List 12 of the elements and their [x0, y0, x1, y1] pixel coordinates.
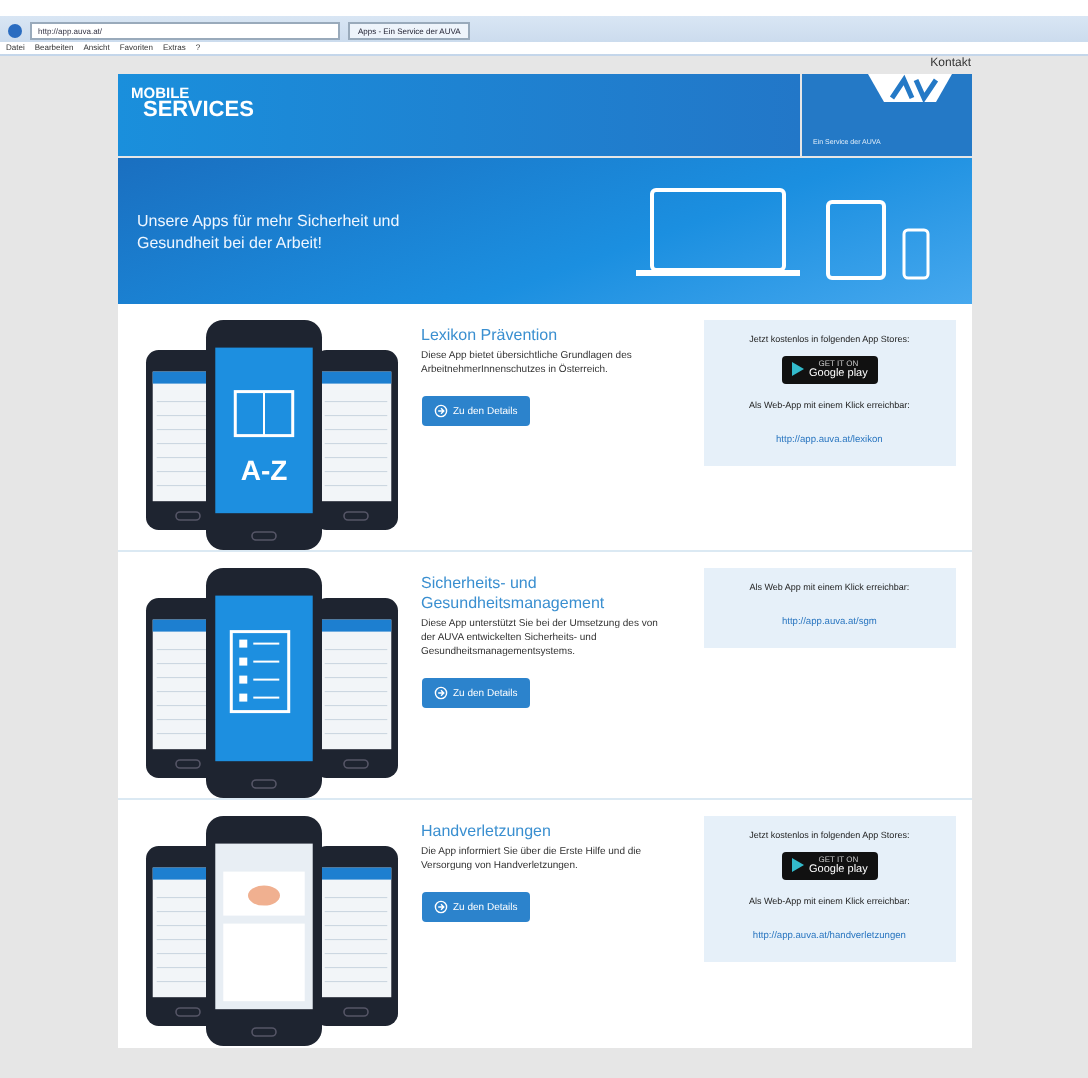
app-title: Sicherheits- und Gesundheitsmanagement — [421, 574, 607, 614]
arrow-circle-icon — [433, 404, 447, 418]
screen-text: A-Z — [239, 454, 287, 486]
play-triangle-icon — [791, 858, 803, 872]
play-triangle-icon — [791, 362, 803, 376]
back-icon[interactable] — [8, 23, 22, 37]
app-title: Lexikon Prävention — [421, 326, 560, 346]
hero-text: Unsere Apps für mehr Sicherheit und Gesundheit bei der Arbeit! — [137, 209, 402, 253]
app-title: Handverletzungen — [421, 822, 553, 842]
arrow-circle-icon — [433, 686, 447, 700]
logo-title-bottom: SERVICES — [143, 100, 254, 122]
arrow-circle-icon — [433, 900, 447, 914]
